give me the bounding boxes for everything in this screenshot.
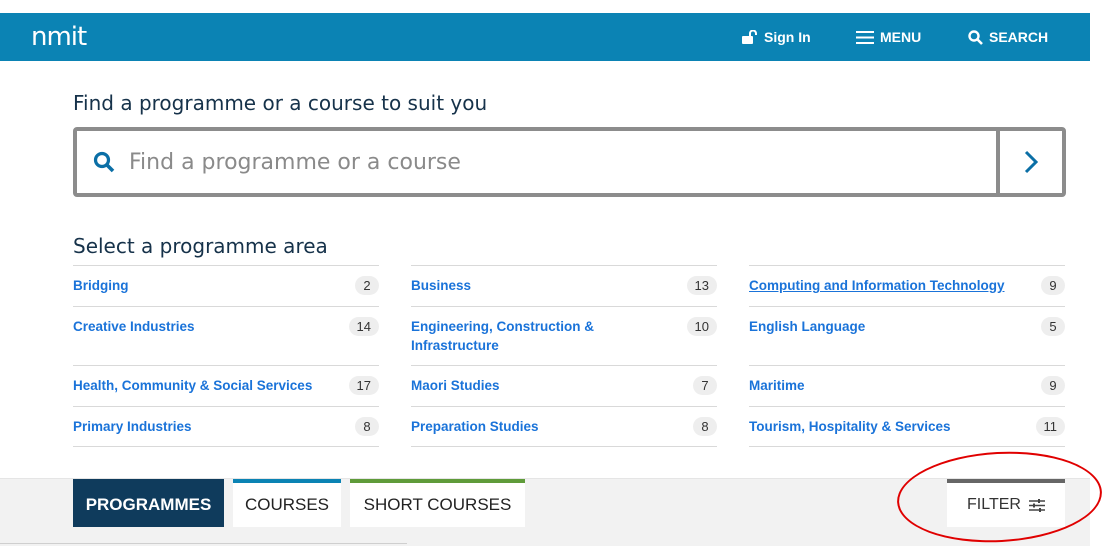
sign-in-link[interactable]: Sign In	[742, 29, 811, 45]
sign-in-label: Sign In	[764, 29, 811, 45]
site-header: nmit Sign In MENU SEARCH	[0, 13, 1090, 61]
search-icon	[968, 29, 983, 45]
search-label: SEARCH	[989, 29, 1049, 45]
count-badge: 14	[348, 317, 379, 336]
count-badge: 8	[693, 417, 717, 436]
programme-area-item: Maori Studies 7	[411, 365, 717, 406]
programme-area-link-primary-industries[interactable]: Primary Industries	[73, 417, 192, 436]
programme-area-link-engineering[interactable]: Engineering, Construction & Infrastructu…	[411, 317, 611, 355]
count-badge: 5	[1041, 317, 1065, 336]
programme-area-link-maritime[interactable]: Maritime	[749, 376, 805, 395]
programme-area-item: Maritime 9	[749, 365, 1065, 406]
tab-courses[interactable]: COURSES	[233, 479, 341, 527]
search-heading: Find a programme or a course to suit you	[73, 91, 488, 115]
tab-short-courses-label: SHORT COURSES	[363, 495, 512, 514]
chevron-right-icon	[1024, 150, 1038, 174]
programme-area-link-business[interactable]: Business	[411, 276, 471, 295]
programme-area-item: Primary Industries 8	[73, 406, 379, 447]
programme-area-link-english-language[interactable]: English Language	[749, 317, 865, 336]
header-search-button[interactable]: SEARCH	[968, 29, 1048, 45]
programme-area-item: Engineering, Construction & Infrastructu…	[411, 306, 717, 365]
tab-courses-label: COURSES	[244, 495, 330, 514]
menu-button[interactable]: MENU	[856, 29, 921, 45]
programme-area-item: Health, Community & Social Services 17	[73, 365, 379, 406]
course-search-box	[73, 127, 1066, 197]
search-submit-button[interactable]	[996, 131, 1062, 193]
programme-area-link-computing[interactable]: Computing and Information Technology	[749, 276, 1004, 295]
count-badge: 17	[348, 376, 379, 395]
tab-short-courses[interactable]: SHORT COURSES	[350, 479, 525, 527]
count-badge: 8	[355, 417, 379, 436]
count-badge: 9	[1041, 376, 1065, 395]
tab-programmes-label: PROGRAMMES	[85, 495, 212, 514]
programme-area-link-health[interactable]: Health, Community & Social Services	[73, 376, 312, 395]
programme-area-grid: Bridging 2 Business 13 Computing and Inf…	[73, 265, 1065, 447]
count-badge: 13	[686, 276, 717, 295]
unlock-icon	[742, 30, 757, 44]
menu-label: MENU	[880, 29, 922, 45]
programme-area-item: Creative Industries 14	[73, 306, 379, 365]
count-badge: 2	[355, 276, 379, 295]
course-search-input[interactable]	[127, 144, 991, 180]
programme-area-link-bridging[interactable]: Bridging	[73, 276, 129, 295]
programme-area-item: Preparation Studies 8	[411, 406, 717, 447]
count-badge: 9	[1041, 276, 1065, 295]
programme-area-link-tourism[interactable]: Tourism, Hospitality & Services	[749, 417, 951, 436]
search-icon	[93, 151, 115, 173]
programme-area-item: Computing and Information Technology 9	[749, 265, 1065, 306]
tab-programmes[interactable]: PROGRAMMES	[73, 479, 224, 527]
divider	[0, 543, 407, 544]
count-badge: 7	[693, 376, 717, 395]
hamburger-icon	[856, 30, 874, 44]
count-badge: 11	[1035, 417, 1065, 436]
programme-area-item: English Language 5	[749, 306, 1065, 365]
programme-area-item: Tourism, Hospitality & Services 11	[749, 406, 1065, 447]
nmit-logo[interactable]: nmit	[31, 22, 87, 52]
programme-area-link-creative-industries[interactable]: Creative Industries	[73, 317, 195, 336]
programme-area-heading: Select a programme area	[73, 234, 328, 258]
programme-area-link-maori-studies[interactable]: Maori Studies	[411, 376, 500, 395]
programme-area-item: Bridging 2	[73, 265, 379, 306]
programme-area-item: Business 13	[411, 265, 717, 306]
programme-area-link-preparation-studies[interactable]: Preparation Studies	[411, 417, 539, 436]
count-badge: 10	[686, 317, 717, 336]
